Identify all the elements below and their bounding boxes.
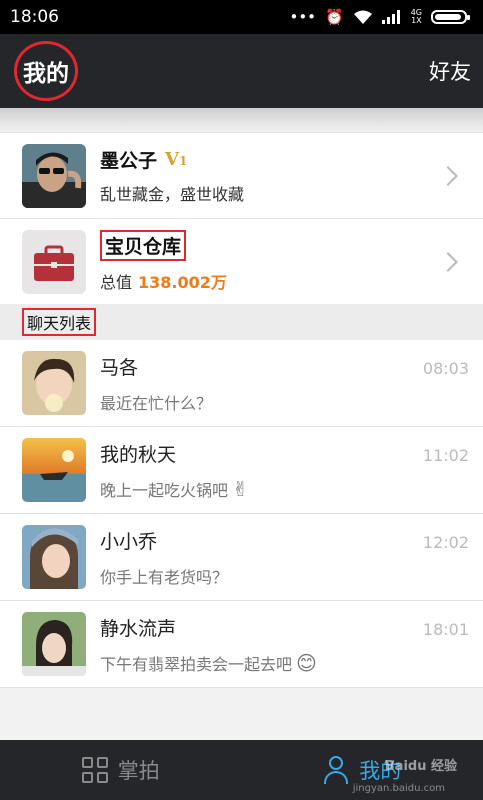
chat-message: 最近在忙什么？ [100, 393, 213, 413]
chat-avatar [22, 351, 86, 415]
alarm-icon: ⏰ [325, 8, 344, 26]
chat-time: 12:02 [422, 532, 469, 552]
chat-name: 马各 [100, 356, 139, 379]
wifi-icon [353, 10, 372, 24]
chat-message: 下午有翡翠拍卖会一起去吧 😊 [100, 650, 317, 675]
briefcase-icon [34, 245, 74, 281]
friends-button[interactable]: 好友 [429, 56, 471, 86]
network-type: 4G 1X [410, 8, 422, 25]
chat-avatar [22, 612, 86, 676]
chat-time: 18:01 [422, 619, 469, 639]
chat-avatar [22, 438, 86, 502]
profile-name: 墨公子 [100, 150, 158, 172]
warehouse-title: 宝贝仓库 [100, 230, 187, 261]
chat-item[interactable]: 我的秋天 11:02 晚上一起吃火锅吧 ✌ [0, 427, 483, 514]
warehouse-value: 总值 138.002万 [100, 273, 227, 292]
chat-time: 11:02 [422, 445, 469, 465]
chat-name: 静水流声 [100, 617, 177, 640]
chat-avatar [22, 525, 86, 589]
warehouse-avatar [22, 229, 86, 294]
chat-section-header: 聊天列表 [0, 304, 483, 340]
watermark-logo: Baidu 经验 [384, 759, 457, 774]
chevron-right-icon [438, 165, 458, 186]
chat-message: 晚上一起吃火锅吧 ✌ [100, 476, 249, 501]
status-icons: ••• ⏰ 4G 1X [289, 8, 471, 26]
chevron-right-icon [438, 251, 458, 272]
header-divider [0, 108, 483, 132]
grid-icon [81, 757, 108, 783]
chat-name: 小小乔 [100, 530, 158, 553]
tab-label: 掌拍 [117, 759, 160, 783]
victory-hand-icon: ✌ [232, 476, 249, 501]
vip-badge: V1 [165, 149, 188, 170]
profile-avatar [22, 143, 86, 208]
chat-item[interactable]: 小小乔 12:02 你手上有老货吗？ [0, 514, 483, 601]
status-time: 18:06 [10, 7, 59, 27]
battery-icon [431, 10, 470, 24]
profile-motto: 乱世藏金，盛世收藏 [100, 185, 245, 204]
status-bar: 18:06 ••• ⏰ 4G 1X [0, 0, 483, 34]
user-icon [323, 756, 349, 784]
warehouse-value-amount: 138.002万 [138, 273, 227, 292]
chat-item[interactable]: 静水流声 18:01 下午有翡翠拍卖会一起去吧 😊 [0, 601, 483, 688]
profile-card[interactable]: 墨公子 V1 乱世藏金，盛世收藏 [0, 132, 483, 218]
page-title: 我的 [14, 41, 78, 101]
app-header: 我的 好友 [0, 34, 483, 108]
smile-icon: 😊 [296, 650, 317, 675]
chat-item[interactable]: 马各 08:03 最近在忙什么？ [0, 340, 483, 427]
notification-dots: ••• [289, 8, 317, 26]
chat-time: 08:03 [422, 358, 469, 378]
chat-message: 你手上有老货吗？ [100, 567, 229, 587]
warehouse-card[interactable]: 宝贝仓库 总值 138.002万 [0, 218, 483, 304]
tab-zhangpai[interactable]: 掌拍 [0, 755, 242, 785]
chat-section-title: 聊天列表 [22, 308, 97, 336]
watermark-url: jingyan.baidu.com [352, 783, 445, 794]
signal-icon [381, 10, 400, 24]
chat-name: 我的秋天 [100, 443, 177, 466]
